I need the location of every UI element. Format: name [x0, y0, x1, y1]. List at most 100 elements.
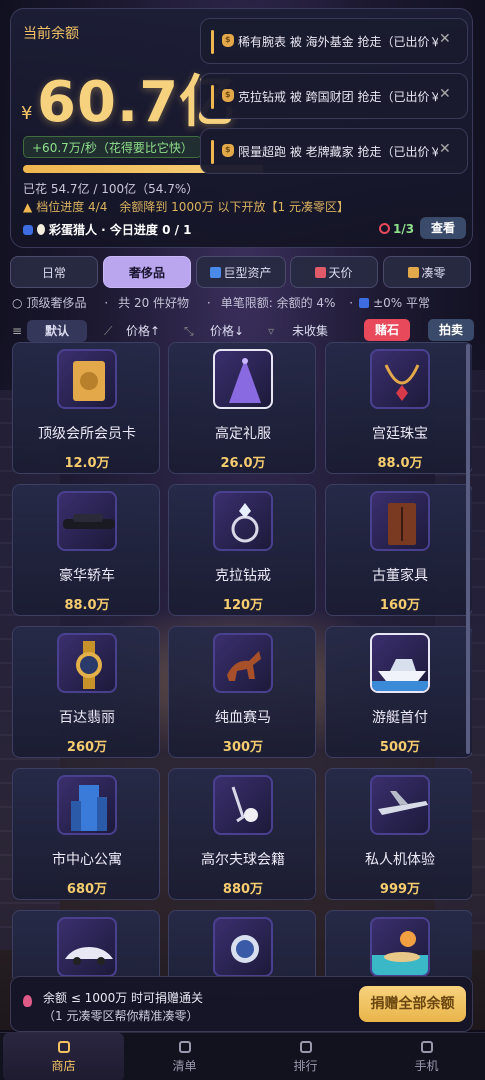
donate-panel: 余额 ≤ 1000万 时可捐赠通关 （1 元凑零区帮你精准凑零） 捐赠全部余额 — [10, 976, 473, 1032]
snatch-notification: 克拉钻戒 被 跨国财团 抢走（已出价￥✕ — [200, 73, 468, 119]
cabinet-icon — [370, 491, 430, 551]
bottom-nav: 商店 清单 排行 手机 — [0, 1032, 485, 1080]
spent-text: 已花 54.7亿 / 100亿（54.7%） — [23, 182, 199, 196]
item-card[interactable]: 高定礼服 26.0万 — [168, 342, 316, 474]
item-name: 高定礼服 — [215, 426, 271, 442]
gamble-button[interactable]: 赌石 — [364, 319, 410, 341]
item-card[interactable]: 古董家具 160万 — [325, 484, 472, 616]
item-name: 游艇首付 — [372, 710, 428, 726]
notification-text: 克拉钻戒 被 跨国财团 抢走（已出价￥ — [238, 90, 438, 104]
tab-label: 凑零 — [421, 266, 446, 280]
tab-2[interactable]: 巨型资产 — [196, 256, 286, 288]
nav-label: 排行 — [293, 1059, 318, 1073]
item-card[interactable]: 百达翡丽 260万 — [12, 626, 160, 758]
item-count: 共 20 件好物 — [118, 296, 190, 310]
close-icon[interactable]: ✕ — [439, 86, 451, 102]
hunter-text: 彩蛋猎人 · 今日进度 0 / 1 — [49, 223, 192, 237]
tab-0[interactable]: 日常 — [10, 256, 98, 288]
item-price: 120万 — [222, 598, 264, 613]
donate-all-button[interactable]: 捐赠全部余额 — [359, 986, 466, 1022]
nav-bag[interactable]: 商店 — [3, 1033, 124, 1080]
sort-down-icon: ⤡ — [184, 324, 194, 338]
item-price: 260万 — [66, 740, 108, 755]
nav-label: 清单 — [172, 1059, 197, 1073]
chart-icon — [210, 267, 222, 278]
item-card[interactable]: 高尔夫球会籍 880万 — [168, 768, 316, 900]
egg-icon — [37, 224, 45, 235]
scrollbar[interactable] — [466, 344, 470, 754]
balance-label: 当前余额 — [23, 26, 79, 42]
item-price: 88.0万 — [64, 598, 110, 613]
item-grid: 顶级会所会员卡 12.0万 高定礼服 26.0万 宫廷珠宝 88.0万 豪华轿车 88.0万克… — [12, 342, 472, 978]
snatch-notification: 限量超跑 被 老牌藏家 抢走（已出价￥✕ — [200, 128, 468, 174]
item-card[interactable]: 宫廷珠宝 88.0万 — [325, 342, 472, 474]
sort-up-icon: ⟋ — [104, 324, 113, 338]
badge-icon — [23, 225, 33, 235]
target-icon — [379, 223, 390, 234]
item-name: 私人机体验 — [365, 852, 435, 868]
item-price: 88.0万 — [377, 456, 423, 471]
item-name: 宫廷珠宝 — [372, 426, 428, 442]
horse-icon — [213, 633, 273, 693]
item-name: 百达翡丽 — [59, 710, 115, 726]
nav-trophy[interactable]: 排行 — [245, 1033, 366, 1080]
view-button[interactable]: 查看 — [420, 217, 466, 239]
close-icon[interactable]: ✕ — [439, 31, 451, 47]
item-price: 26.0万 — [220, 456, 266, 471]
tab-4[interactable]: 凑零 — [383, 256, 471, 288]
currency-symbol: ¥ — [21, 103, 33, 124]
sort-default[interactable]: 默认 — [27, 320, 87, 342]
jet-icon — [370, 775, 430, 835]
item-card[interactable]: 游艇首付 500万 — [325, 626, 472, 758]
money-bag-icon — [222, 144, 234, 157]
item-card[interactable]: 克拉钻戒 120万 — [168, 484, 316, 616]
item-price: 500万 — [379, 740, 421, 755]
target-text: 1/3 — [393, 222, 415, 236]
item-card[interactable]: 私人机体验 999万 — [325, 768, 472, 900]
item-card[interactable] — [325, 910, 472, 978]
money-bag-icon — [222, 34, 234, 47]
stats-icon — [359, 298, 370, 308]
limousine-icon — [57, 491, 117, 551]
item-price: 12.0万 — [64, 456, 110, 471]
gown-icon — [213, 349, 273, 409]
accent-stripe — [211, 30, 214, 54]
purchase-limit: 单笔限额: 余额的 4% — [220, 296, 336, 310]
sort-price-down[interactable]: 价格↓ — [210, 320, 244, 342]
yacht-icon — [370, 633, 430, 693]
auction-button[interactable]: 拍卖 — [428, 319, 474, 341]
tab-3[interactable]: 天价 — [290, 256, 378, 288]
item-card[interactable]: 豪华轿车 88.0万 — [12, 484, 160, 616]
notification-text: 稀有腕表 被 海外基金 抢走（已出价￥ — [238, 35, 438, 49]
item-card[interactable] — [168, 910, 316, 978]
item-name: 纯血赛马 — [215, 710, 271, 726]
nav-phone[interactable]: 手机 — [366, 1033, 485, 1080]
tab-1[interactable]: 奢侈品 — [103, 256, 191, 288]
nav-label: 商店 — [51, 1059, 76, 1073]
donate-line1: 余额 ≤ 1000万 时可捐赠通关 — [43, 991, 204, 1005]
close-icon[interactable]: ✕ — [439, 141, 451, 157]
target-progress: 1/3 — [379, 222, 414, 236]
item-card[interactable] — [12, 910, 160, 978]
nav-label: 手机 — [414, 1059, 439, 1073]
diamond-watch-icon — [213, 917, 273, 977]
diamond-ring-icon — [213, 491, 273, 551]
item-price: 999万 — [379, 882, 421, 897]
nav-list[interactable]: 清单 — [124, 1033, 245, 1080]
warning-icon: ▲ — [23, 200, 33, 214]
sort-price-up[interactable]: 价格↑ — [126, 320, 160, 342]
item-card[interactable]: 顶级会所会员卡 12.0万 — [12, 342, 160, 474]
item-price: 880万 — [222, 882, 264, 897]
item-price: 680万 — [66, 882, 108, 897]
category-icon: ○ — [12, 296, 23, 310]
trend-icon — [315, 267, 327, 278]
item-card[interactable]: 市中心公寓 680万 — [12, 768, 160, 900]
income-rate: +60.7万/秒（花得要比它快） — [23, 136, 202, 158]
heart-icon — [23, 995, 32, 1007]
item-name: 克拉钻戒 — [215, 568, 271, 584]
tier-progress: ▲ 档位进度 4/4 余额降到 1000万 以下开放【1 元凑零区】 — [23, 198, 349, 215]
item-name: 市中心公寓 — [52, 852, 122, 868]
item-card[interactable]: 纯血赛马 300万 — [168, 626, 316, 758]
tower-icon — [57, 775, 117, 835]
filter-uncollected[interactable]: 未收集 — [292, 320, 328, 342]
